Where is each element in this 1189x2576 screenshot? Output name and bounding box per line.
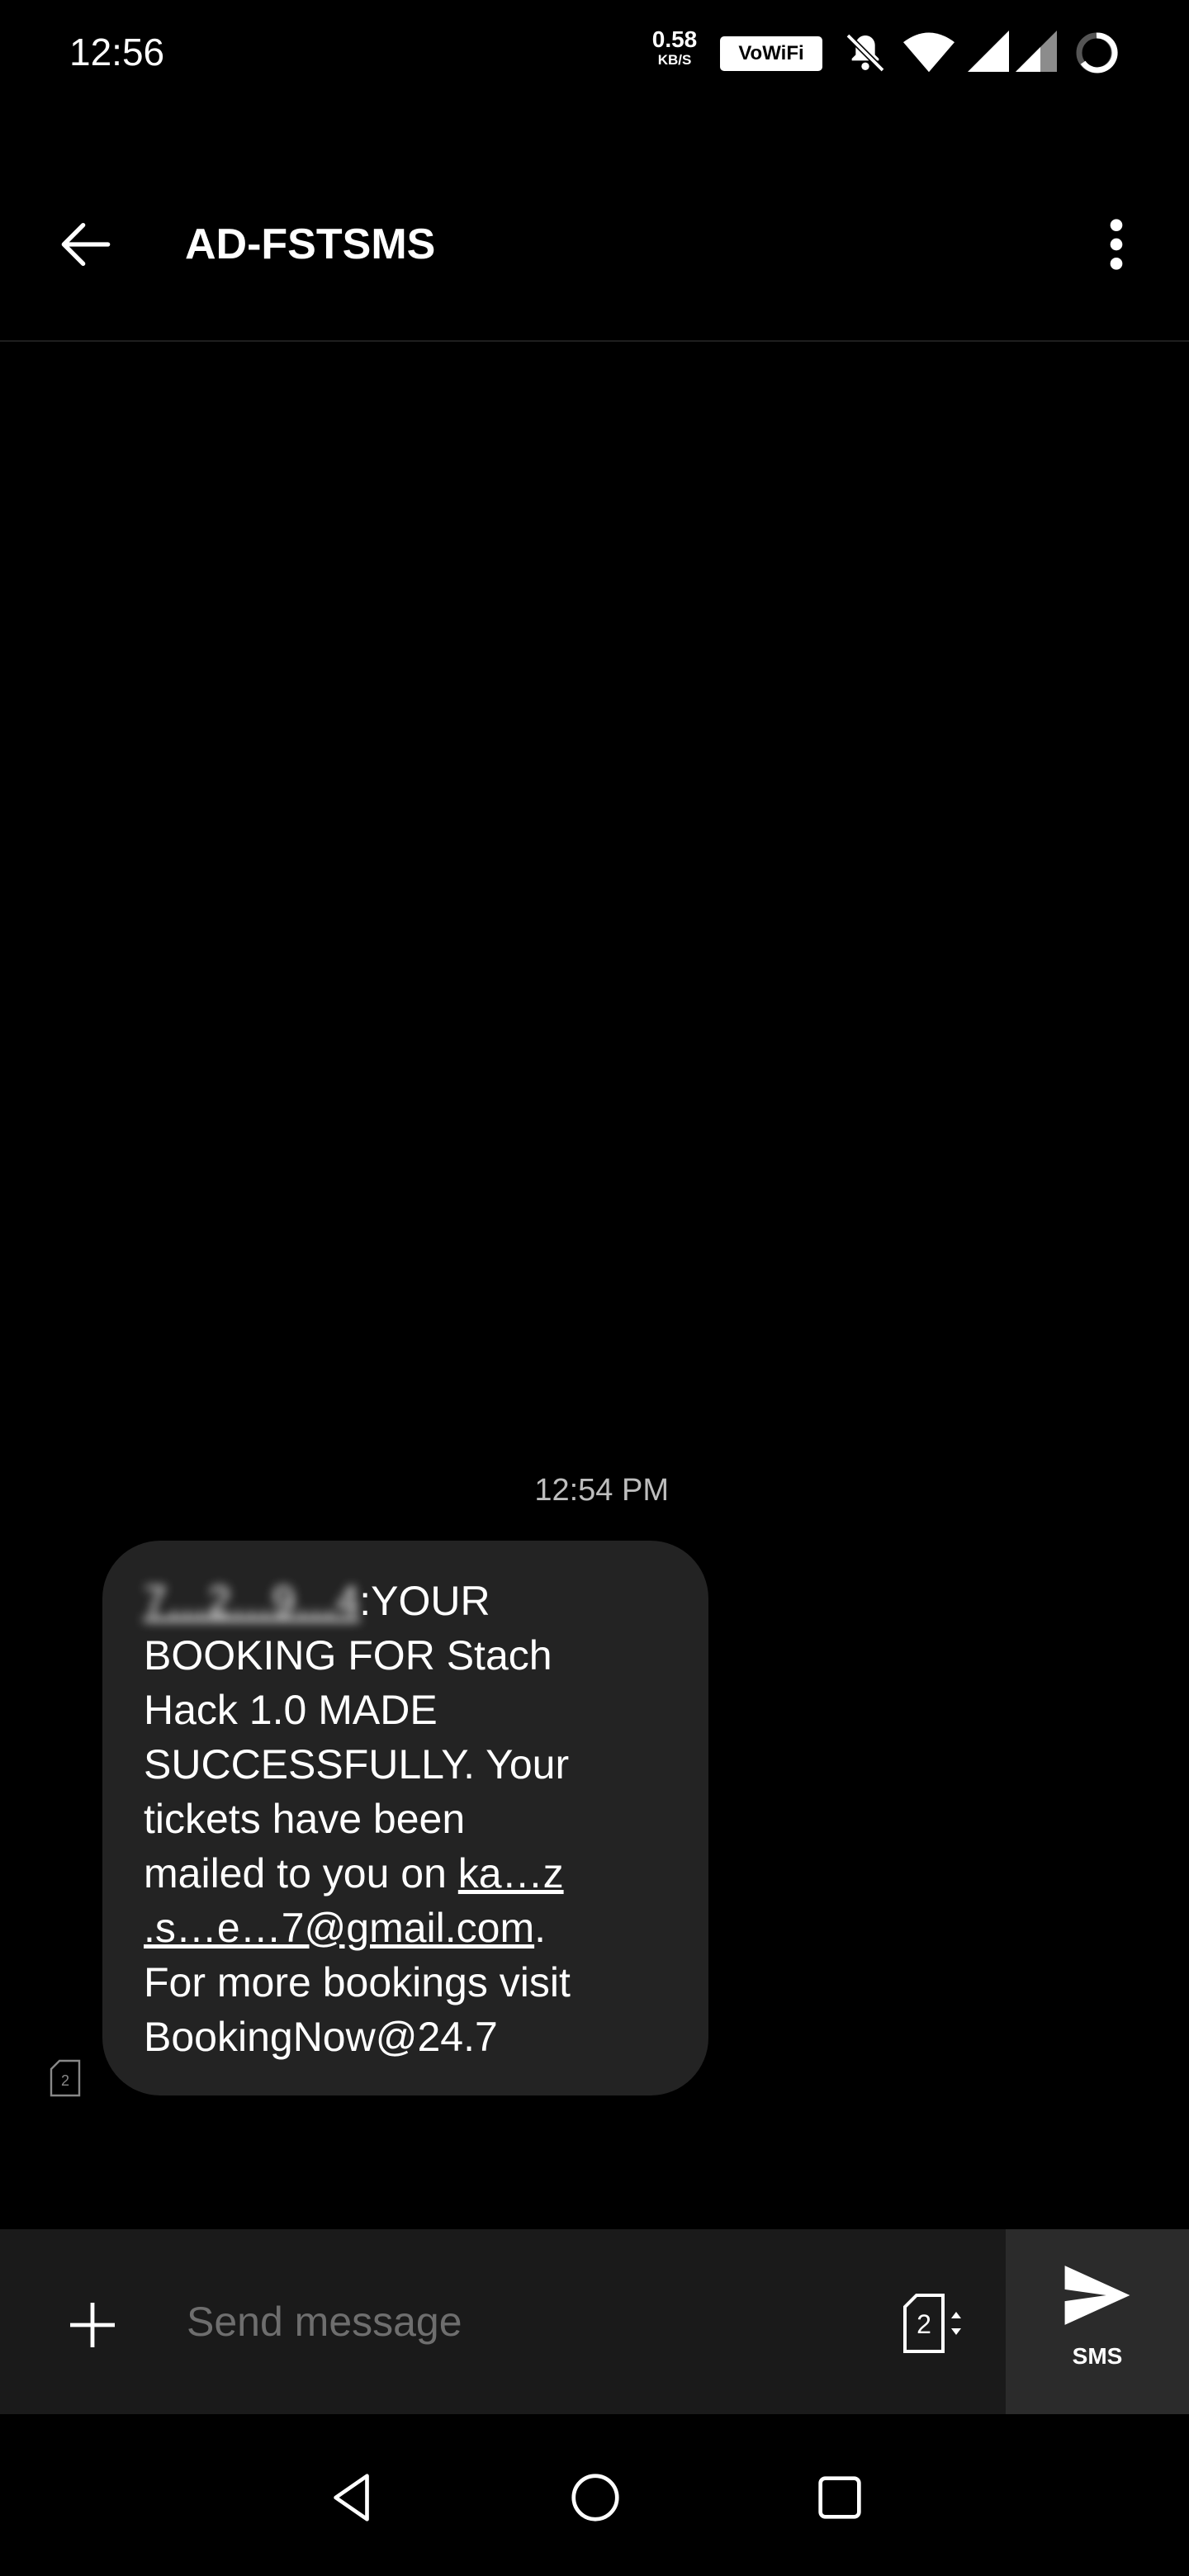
plus-icon xyxy=(70,2303,115,2347)
signal-sim1-icon xyxy=(968,31,1009,72)
circle-home-icon xyxy=(571,2474,619,2522)
send-button[interactable]: SMS xyxy=(1006,2229,1189,2414)
send-label: SMS xyxy=(1072,2343,1123,2369)
bell-off-icon xyxy=(846,33,885,73)
send-icon xyxy=(1064,2266,1130,2325)
message-sim-slot: 2 xyxy=(61,2072,69,2089)
square-recents-icon xyxy=(818,2476,861,2519)
wifi-icon xyxy=(903,32,955,73)
message-body-part1: :YOUR BOOKING FOR Stach Hack 1.0 MADE SU… xyxy=(144,1578,570,1896)
message-bubble[interactable]: 7…2…9…4:YOUR BOOKING FOR Stach Hack 1.0 … xyxy=(102,1541,708,2095)
sim-card-icon: 2 xyxy=(50,2059,81,2097)
back-button[interactable] xyxy=(53,211,119,277)
network-speed: 0.58 KB/S xyxy=(646,26,703,68)
app-toolbar xyxy=(0,190,1189,342)
network-speed-unit: KB/S xyxy=(657,52,692,68)
message-sim-indicator: 2 xyxy=(50,2059,81,2097)
status-bar: 12:56 0.58 KB/S VoWiFi xyxy=(0,0,1189,107)
nav-home-button[interactable] xyxy=(566,2469,624,2526)
sim-selector-button[interactable]: 2 xyxy=(900,2292,966,2355)
signal-sim2-icon xyxy=(1016,31,1057,72)
message-text: 7…2…9…4:YOUR BOOKING FOR Stach Hack 1.0 … xyxy=(144,1574,672,2064)
compose-sim-slot: 2 xyxy=(917,2309,931,2339)
more-vert-icon xyxy=(1110,219,1123,270)
sim-card-icon: 2 xyxy=(903,2294,961,2353)
message-timestamp: 12:54 PM xyxy=(534,1473,669,1508)
arrow-left-icon xyxy=(61,223,111,266)
attach-button[interactable] xyxy=(63,2295,122,2355)
status-time: 12:56 xyxy=(69,31,165,73)
sender-number-link[interactable]: 7…2…9…4 xyxy=(144,1578,359,1624)
conversation-title: AD-FSTSMS xyxy=(185,220,436,268)
triangle-back-icon xyxy=(334,2474,369,2522)
nav-back-button[interactable] xyxy=(324,2469,381,2526)
message-input[interactable] xyxy=(185,2292,865,2351)
more-options-button[interactable] xyxy=(1097,211,1136,277)
nav-recents-button[interactable] xyxy=(811,2469,869,2526)
vowifi-badge: VoWiFi xyxy=(720,36,822,71)
battery-ring-icon xyxy=(1076,32,1118,73)
network-speed-value: 0.58 xyxy=(651,26,698,52)
